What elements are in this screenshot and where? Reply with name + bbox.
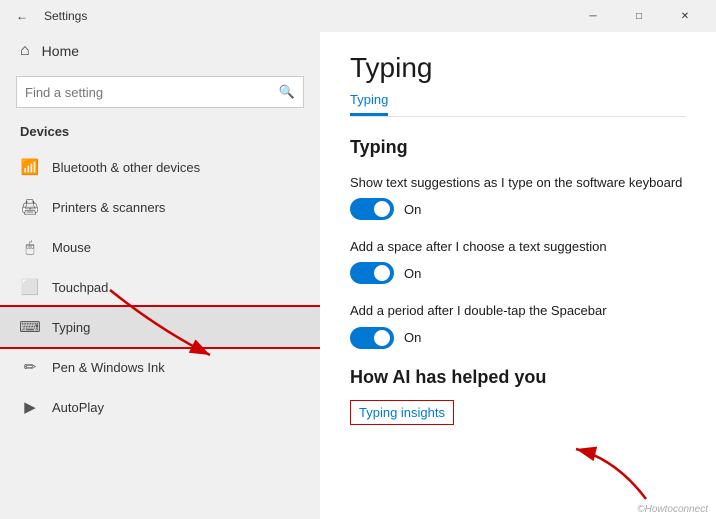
setting-label-text-suggestions: Show text suggestions as I type on the s… <box>350 174 686 192</box>
setting-text-suggestions: Show text suggestions as I type on the s… <box>350 174 686 220</box>
sidebar-item-bluetooth[interactable]: 📶 Bluetooth & other devices <box>0 147 320 187</box>
toggle-state-period: On <box>404 330 421 345</box>
page-title: Typing <box>350 52 686 84</box>
touchpad-icon: ⬜ <box>20 277 40 297</box>
sidebar: ⌂ Home 🔍 Devices 📶 Bluetooth & other dev… <box>0 32 320 519</box>
tab-typing[interactable]: Typing <box>350 86 388 116</box>
sidebar-item-printers[interactable]: 🖨 Printers & scanners <box>0 187 320 227</box>
pen-icon: ✏ <box>20 357 40 377</box>
main-panel: Typing Typing Typing Show text suggestio… <box>320 32 716 519</box>
window-title: Settings <box>44 9 87 23</box>
search-icon: 🔍 <box>279 84 295 100</box>
setting-label-space-after: Add a space after I choose a text sugges… <box>350 238 686 256</box>
title-bar: ← Settings ─ □ ✕ <box>0 0 716 32</box>
toggle-space-after[interactable] <box>350 262 394 284</box>
typing-section: Typing Show text suggestions as I type o… <box>350 137 686 349</box>
toggle-text-suggestions[interactable] <box>350 198 394 220</box>
ai-section-title: How AI has helped you <box>350 367 686 388</box>
bluetooth-icon: 📶 <box>20 157 40 177</box>
sidebar-item-typing[interactable]: ⌨ Typing <box>0 307 320 347</box>
printers-label: Printers & scanners <box>52 200 165 215</box>
maximize-button[interactable]: □ <box>616 0 662 32</box>
autoplay-label: AutoPlay <box>52 400 104 415</box>
setting-space-after: Add a space after I choose a text sugges… <box>350 238 686 284</box>
sidebar-item-pen[interactable]: ✏ Pen & Windows Ink <box>0 347 320 387</box>
toggle-state-space-after: On <box>404 266 421 281</box>
pen-label: Pen & Windows Ink <box>52 360 165 375</box>
sidebar-item-mouse[interactable]: 🖱 Mouse <box>0 227 320 267</box>
toggle-period[interactable] <box>350 327 394 349</box>
sidebar-section-title: Devices <box>0 120 320 147</box>
mouse-label: Mouse <box>52 240 91 255</box>
arrow-insights <box>556 439 656 509</box>
autoplay-icon: ▶ <box>20 397 40 417</box>
home-icon: ⌂ <box>20 42 30 60</box>
setting-label-period: Add a period after I double-tap the Spac… <box>350 302 686 320</box>
toggle-state-text-suggestions: On <box>404 202 421 217</box>
close-button[interactable]: ✕ <box>662 0 708 32</box>
mouse-icon: 🖱 <box>20 237 40 257</box>
sidebar-home[interactable]: ⌂ Home <box>0 32 320 70</box>
touchpad-label: Touchpad <box>52 280 108 295</box>
watermark: ©Howtoconnect <box>637 504 708 515</box>
minimize-button[interactable]: ─ <box>570 0 616 32</box>
search-box[interactable]: 🔍 <box>16 76 304 108</box>
typing-section-title: Typing <box>350 137 686 158</box>
typing-label: Typing <box>52 320 90 335</box>
bluetooth-label: Bluetooth & other devices <box>52 160 200 175</box>
typing-insights-link[interactable]: Typing insights <box>350 400 454 425</box>
sidebar-item-autoplay[interactable]: ▶ AutoPlay <box>0 387 320 427</box>
setting-period: Add a period after I double-tap the Spac… <box>350 302 686 348</box>
tab-bar: Typing <box>350 86 686 117</box>
typing-icon: ⌨ <box>20 317 40 337</box>
ai-section: How AI has helped you Typing insights <box>350 367 686 425</box>
sidebar-home-label: Home <box>42 43 79 59</box>
sidebar-item-touchpad[interactable]: ⬜ Touchpad <box>0 267 320 307</box>
search-input[interactable] <box>25 85 279 100</box>
back-button[interactable]: ← <box>8 2 36 30</box>
printers-icon: 🖨 <box>20 197 40 217</box>
